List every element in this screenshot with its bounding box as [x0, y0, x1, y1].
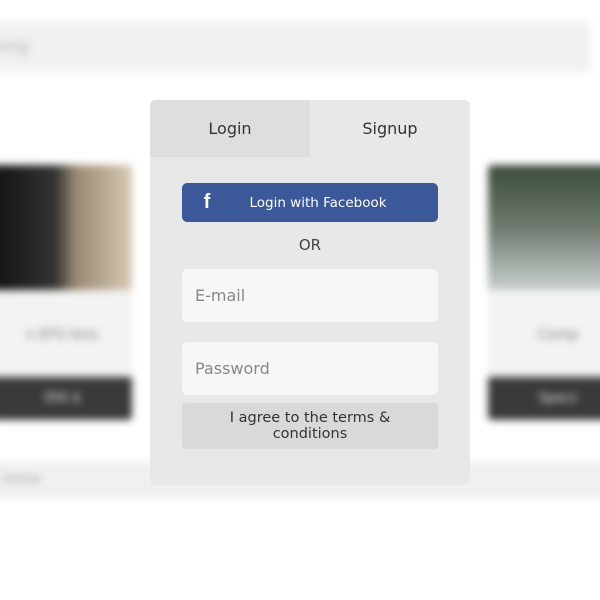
password-field[interactable]: [182, 342, 438, 395]
background-search-bar: ning: [0, 22, 590, 72]
product-image: [488, 165, 600, 290]
auth-modal: Login Signup f Login with Facebook OR I …: [150, 100, 470, 485]
agree-terms-button[interactable]: I agree to the terms & conditions: [182, 403, 438, 449]
background-product-card-left: n EFS lens 350 $: [0, 165, 132, 420]
facebook-button-label: Login with Facebook: [249, 194, 387, 211]
auth-tabs: Login Signup: [150, 100, 470, 157]
tab-signup[interactable]: Signup: [310, 100, 470, 157]
background-product-card-right: Comp Specs: [488, 165, 600, 420]
product-price-button: Specs: [488, 377, 600, 420]
product-name: n EFS lens: [26, 327, 98, 343]
product-price-button: 350 $: [0, 377, 132, 420]
product-name: Comp: [537, 327, 579, 343]
background-footer-text: Online: [2, 472, 41, 486]
product-image: [0, 165, 132, 290]
facebook-f-icon: f: [203, 191, 211, 213]
email-field[interactable]: [182, 269, 438, 322]
background-search-placeholder: ning: [0, 36, 30, 57]
tab-login[interactable]: Login: [150, 100, 310, 157]
login-with-facebook-button[interactable]: f Login with Facebook: [182, 183, 438, 222]
or-divider: OR: [298, 236, 322, 254]
